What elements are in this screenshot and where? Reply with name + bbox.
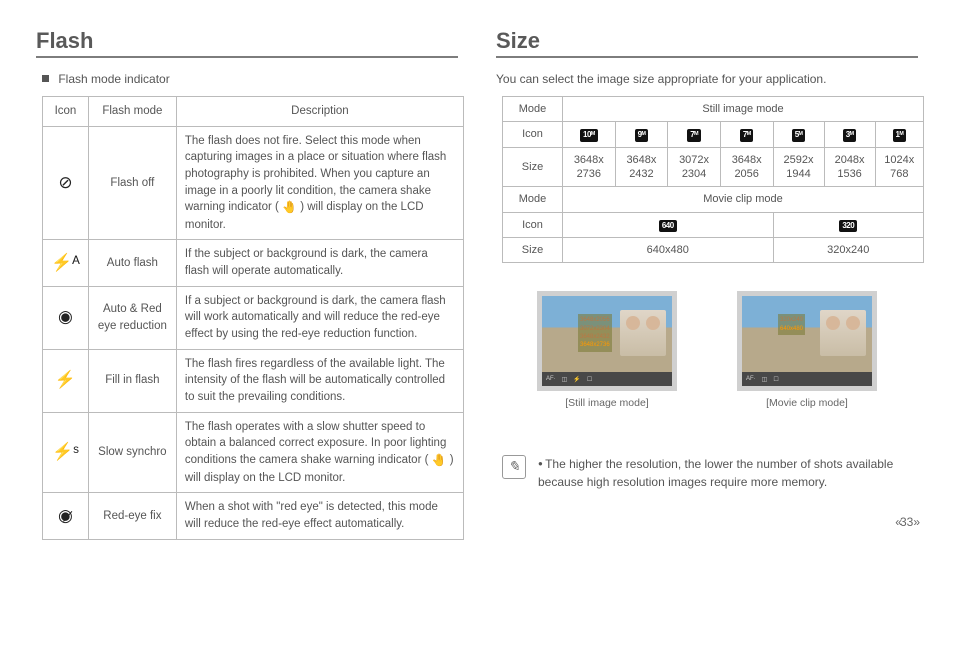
slow-synchro-mode: Slow synchro bbox=[88, 412, 176, 492]
res-badge-7m-a: 7ᴹ bbox=[687, 129, 701, 141]
menu-item: 320x240 bbox=[780, 316, 803, 324]
size-cell: 2592x 1944 bbox=[773, 147, 824, 187]
size-cell: 3648x 2736 bbox=[563, 147, 616, 187]
flash-th-desc: Description bbox=[176, 97, 463, 127]
size-movie-title: Movie clip mode bbox=[563, 187, 924, 212]
res-badge-7m-b: 7ᴹ bbox=[740, 129, 754, 141]
table-row: ⚡ᴬ Auto flash If the subject or backgrou… bbox=[43, 240, 464, 286]
table-row: ⊘ Flash off The flash does not fire. Sel… bbox=[43, 126, 464, 240]
preview-bottombar: AF·◫☐ bbox=[742, 372, 872, 386]
table-row: ◉̷ Red-eye fix When a shot with "red eye… bbox=[43, 493, 464, 539]
menu-item: 3648x2432 bbox=[580, 333, 610, 341]
redeye-fix-icon: ◉̷ bbox=[43, 493, 89, 539]
flash-off-mode: Flash off bbox=[88, 126, 176, 240]
redeye-fix-mode: Red-eye fix bbox=[88, 493, 176, 539]
camera-shake-icon: 🤚 bbox=[282, 200, 297, 214]
size-still-title: Still image mode bbox=[563, 97, 924, 122]
flash-intro-text: Flash mode indicator bbox=[58, 72, 169, 86]
auto-flash-icon: ⚡ᴬ bbox=[43, 240, 89, 286]
size-label-icon: Icon bbox=[503, 122, 563, 147]
res-badge-5m: 5ᴹ bbox=[792, 129, 806, 141]
size-label-icon-2: Icon bbox=[503, 212, 563, 237]
size-cell: 3648x 2432 bbox=[615, 147, 668, 187]
size-cell: 3072x 2304 bbox=[668, 147, 721, 187]
still-preview-caption: [Still image mode] bbox=[565, 397, 648, 409]
auto-redeye-mode: Auto & Red eye reduction bbox=[88, 286, 176, 349]
size-label-size: Size bbox=[503, 147, 563, 187]
slow-synchro-icon: ⚡ˢ bbox=[43, 412, 89, 492]
preview-bottombar: AF·◫⚡☐ bbox=[542, 372, 672, 386]
table-row: ⚡ˢ Slow synchro The flash operates with … bbox=[43, 412, 464, 492]
menu-item: 3648x2056 bbox=[580, 316, 610, 324]
res-badge-640: 640 bbox=[659, 220, 677, 232]
size-cell: 3648x 2056 bbox=[720, 147, 773, 187]
res-badge-1m: 1ᴹ bbox=[893, 129, 907, 141]
size-label-size-2: Size bbox=[503, 237, 563, 262]
slow-synchro-desc: The flash operates with a slow shutter s… bbox=[176, 412, 463, 492]
auto-flash-mode: Auto flash bbox=[88, 240, 176, 286]
size-table: Mode Still image mode Icon 10ᴹ 9ᴹ 7ᴹ 7ᴹ … bbox=[502, 96, 924, 263]
fill-flash-desc: The flash fires regardless of the availa… bbox=[176, 349, 463, 412]
table-row: ◉ Auto & Red eye reduction If a subject … bbox=[43, 286, 464, 349]
res-badge-9m: 9ᴹ bbox=[635, 129, 649, 141]
size-label-mode-2: Mode bbox=[503, 187, 563, 212]
flash-heading: Flash bbox=[36, 28, 458, 58]
auto-redeye-icon: ◉ bbox=[43, 286, 89, 349]
size-cell: 320x240 bbox=[773, 237, 924, 262]
size-intro: You can select the image size appropriat… bbox=[496, 72, 918, 86]
flash-th-mode: Flash mode bbox=[88, 97, 176, 127]
res-badge-320: 320 bbox=[839, 220, 857, 232]
photo-thumbnail bbox=[620, 310, 666, 356]
res-badge-10m: 10ᴹ bbox=[580, 129, 598, 141]
bullet-square-icon bbox=[42, 75, 49, 82]
flash-mode-table: Icon Flash mode Description ⊘ Flash off … bbox=[42, 96, 464, 540]
movie-preview-caption: [Movie clip mode] bbox=[766, 397, 848, 409]
note-box: ✎ The higher the resolution, the lower t… bbox=[502, 455, 918, 491]
menu-item-selected: 640x480 bbox=[780, 325, 803, 333]
size-cell: 2048x 1536 bbox=[824, 147, 875, 187]
size-label-mode: Mode bbox=[503, 97, 563, 122]
still-mode-preview: 3648x2056 3072x2304 3648x2432 3648x2736 … bbox=[537, 291, 677, 391]
movie-mode-preview: 320x240 640x480 AF·◫☐ bbox=[737, 291, 877, 391]
note-icon: ✎ bbox=[502, 455, 526, 479]
menu-item: 3072x2304 bbox=[580, 325, 610, 333]
size-cell: 1024x 768 bbox=[875, 147, 923, 187]
menu-item-selected: 3648x2736 bbox=[580, 341, 610, 349]
preview-row: 3648x2056 3072x2304 3648x2432 3648x2736 … bbox=[496, 291, 918, 409]
page-number: «33» bbox=[496, 515, 918, 529]
note-text: The higher the resolution, the lower the… bbox=[538, 457, 893, 489]
fill-flash-icon: ⚡ bbox=[43, 349, 89, 412]
auto-redeye-desc: If a subject or background is dark, the … bbox=[176, 286, 463, 349]
size-cell: 640x480 bbox=[563, 237, 774, 262]
size-heading: Size bbox=[496, 28, 918, 58]
res-badge-3m: 3ᴹ bbox=[843, 129, 857, 141]
fill-flash-mode: Fill in flash bbox=[88, 349, 176, 412]
auto-flash-desc: If the subject or background is dark, th… bbox=[176, 240, 463, 286]
camera-shake-icon: 🤚 bbox=[432, 453, 447, 467]
flash-intro: Flash mode indicator bbox=[42, 72, 458, 86]
flash-off-icon: ⊘ bbox=[43, 126, 89, 240]
flash-th-icon: Icon bbox=[43, 97, 89, 127]
table-row: ⚡ Fill in flash The flash fires regardle… bbox=[43, 349, 464, 412]
photo-thumbnail bbox=[820, 310, 866, 356]
flash-off-desc: The flash does not fire. Select this mod… bbox=[176, 126, 463, 240]
redeye-fix-desc: When a shot with "red eye" is detected, … bbox=[176, 493, 463, 539]
